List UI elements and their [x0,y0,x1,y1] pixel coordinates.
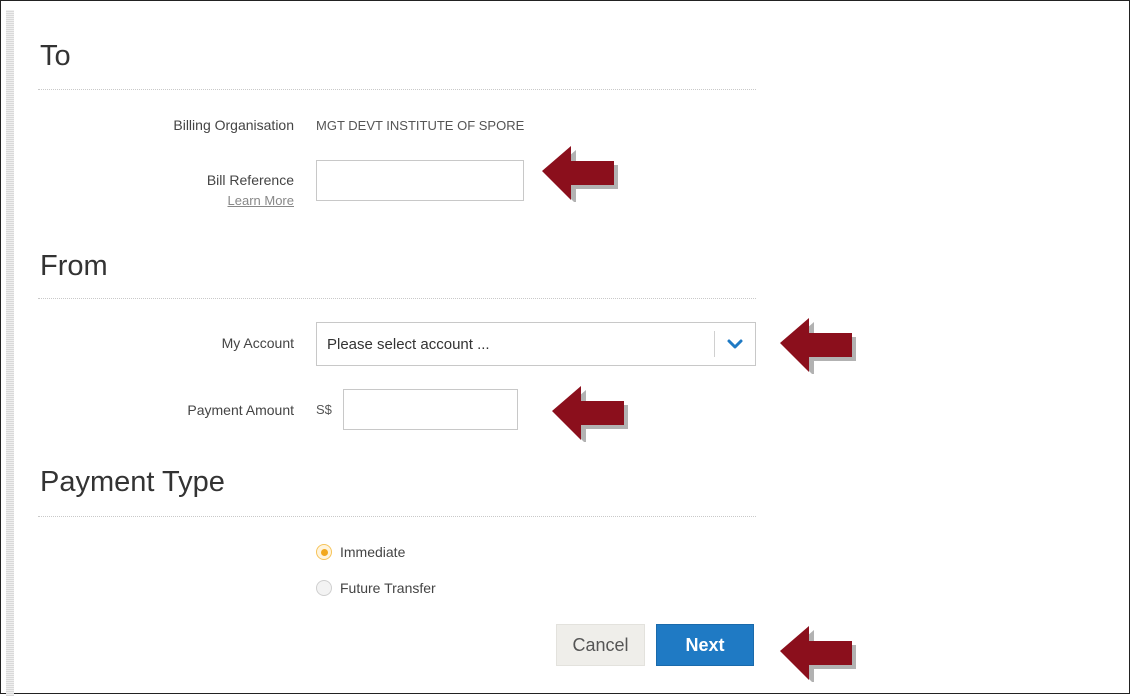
currency-label: S$ [316,402,332,417]
learn-more-link[interactable]: Learn More [34,193,294,208]
radio-button-icon[interactable] [316,580,332,596]
my-account-selected-value: Please select account ... [327,336,490,353]
divider [38,89,756,90]
arrow-left-icon [552,386,628,442]
radio-label: Immediate [340,544,406,560]
radio-label: Future Transfer [340,580,436,596]
bill-reference-input[interactable] [316,160,524,201]
section-title-to: To [40,40,71,72]
billing-organisation-value: MGT DEVT INSTITUTE OF SPORE [316,118,525,133]
radio-button-icon[interactable] [316,544,332,560]
my-account-select[interactable]: Please select account ... [316,322,756,366]
radio-future-transfer[interactable]: Future Transfer [316,578,436,598]
arrow-left-icon [542,146,618,202]
bill-reference-label: Bill Reference [206,172,294,188]
arrow-left-icon [780,318,856,374]
cancel-button[interactable]: Cancel [556,624,645,666]
my-account-label: My Account [221,335,294,351]
chevron-down-icon[interactable] [725,335,745,353]
select-divider [714,331,715,357]
next-button[interactable]: Next [656,624,754,666]
divider [38,298,756,299]
billing-organisation-label: Billing Organisation [173,117,294,133]
section-title-from: From [40,250,108,282]
payment-amount-input[interactable] [343,389,518,430]
arrow-left-icon [780,626,856,682]
left-border-stripe [6,10,14,696]
section-title-payment-type: Payment Type [40,466,225,498]
payment-amount-label: Payment Amount [187,402,294,418]
radio-immediate[interactable]: Immediate [316,542,405,562]
divider [38,516,756,517]
